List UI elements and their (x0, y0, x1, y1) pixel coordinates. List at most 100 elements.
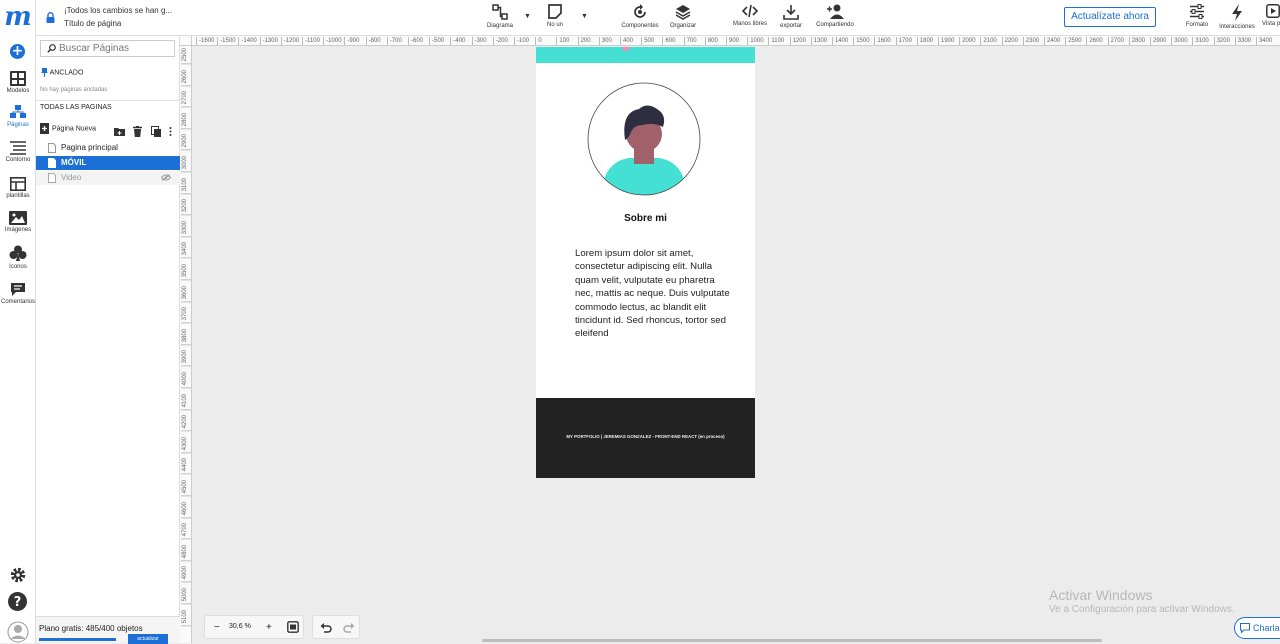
chat-icon (1240, 623, 1250, 633)
upgrade-button[interactable]: Actualízate ahora (1064, 7, 1156, 27)
pages-icon (10, 105, 26, 118)
layers-icon (675, 5, 691, 20)
ruler-tick: 500 (641, 37, 654, 45)
components-tool[interactable]: Componentes (616, 4, 664, 29)
ruler-tick: 3100 (181, 177, 191, 194)
ruler-tick: 2300 (1022, 37, 1039, 45)
export-tool[interactable]: exportar (774, 4, 808, 29)
new-page-button[interactable]: Página Nueva (40, 123, 96, 135)
lock-icon[interactable] (46, 12, 55, 23)
rail-item-comentarios[interactable]: Comentarios (0, 282, 36, 312)
fit-screen-icon[interactable] (287, 621, 299, 633)
page-item-video[interactable]: Video (36, 171, 180, 185)
rail-label: Iconos (9, 264, 27, 270)
ruler-tick: 4800 (181, 544, 191, 562)
plan-usage-fill (39, 638, 116, 641)
rail-item-iconos[interactable]: Iconos (0, 245, 36, 275)
page-item-movil[interactable]: MÓVIL (36, 156, 180, 170)
ruler-tick: 800 (704, 37, 718, 45)
page-title-field[interactable]: Título de página (64, 19, 121, 28)
undo-icon[interactable] (320, 622, 332, 634)
rail-item-modelos[interactable]: Modelos (0, 71, 36, 101)
duplicate-icon[interactable] (150, 126, 161, 138)
ruler-tick: 4600 (181, 501, 191, 518)
about-title[interactable]: Sobre mi (536, 213, 755, 224)
mobile-artboard[interactable]: Sobre mi Lorem ipsum dolor sit amet, con… (536, 47, 755, 478)
zoom-controls: − 30,6 % + (204, 615, 304, 639)
pink-shape (622, 47, 630, 51)
preview-tool[interactable]: Vista p (1260, 4, 1280, 27)
ruler-tick: 1300 (810, 37, 827, 45)
ruler-tick: -1400 (238, 37, 257, 45)
teal-header-band (536, 47, 755, 63)
ruler-tick: 2600 (181, 69, 191, 86)
tool-label: Organizar (669, 23, 697, 29)
about-text[interactable]: Lorem ipsum dolor sit amet, consectetur … (575, 247, 733, 341)
trash-icon[interactable] (133, 126, 143, 138)
comment-icon (11, 283, 25, 296)
horizontal-scrollbar[interactable] (482, 639, 1102, 642)
gear-icon[interactable] (9, 566, 27, 584)
add-folder-icon[interactable] (114, 127, 125, 137)
footer-text[interactable]: MY PORTFOLIO | JEREMIAS GONZALEZ - FRONT… (536, 434, 755, 439)
shape-tool[interactable]: No un (540, 4, 570, 28)
diagram-dropdown-icon[interactable]: ▼ (524, 13, 531, 20)
ruler-tick: 3300 (181, 220, 191, 238)
new-page-label: Página Nueva (52, 125, 96, 133)
rail-item-paginas[interactable]: Páginas (0, 105, 36, 135)
search-box[interactable] (40, 40, 175, 57)
page-name: MÓVIL (61, 158, 87, 167)
ruler-tick: -200 (492, 37, 508, 45)
page-item-principal[interactable]: Pagina principal (36, 141, 180, 155)
ruler-tick: 4900 (181, 566, 191, 583)
ruler-tick: 200 (577, 37, 591, 45)
rail-item-plantillas[interactable]: plantillas (0, 177, 36, 207)
redo-icon[interactable] (343, 622, 355, 634)
interactions-tool[interactable]: Interacciones (1216, 4, 1258, 30)
diagram-tool[interactable]: Diagrama (482, 4, 518, 29)
ruler-tick: 2500 (181, 48, 191, 65)
ruler-tick: 2800 (181, 112, 191, 130)
share-tool[interactable]: Compartiendo (810, 4, 860, 28)
layout-icon (10, 177, 26, 191)
hidden-eye-icon[interactable] (161, 174, 171, 181)
search-icon (47, 44, 56, 53)
ruler-tick: -1600 (196, 37, 214, 45)
app-logo[interactable]: m (4, 3, 32, 31)
chat-button[interactable]: Charlar (1234, 617, 1280, 639)
all-pages-header: TODAS LAS PAGINAS (40, 104, 112, 111)
tool-label: Manos libres (732, 21, 767, 27)
ruler-tick: 600 (662, 37, 675, 45)
page-icon (48, 143, 56, 153)
shape-dropdown-icon[interactable]: ▼ (581, 13, 588, 20)
ruler-tick: 2200 (1001, 37, 1018, 45)
search-input[interactable] (59, 42, 169, 55)
rail-item-contorno[interactable]: Contorno (0, 141, 36, 171)
ruler-tick: 3400 (1256, 37, 1272, 45)
pinned-header: ANCLADO (41, 68, 83, 77)
zoom-out-button[interactable]: − (214, 622, 220, 633)
horizontal-ruler: -1600 -1500 -1400 -1300 -1200 -1100 -1000 -900-… (192, 36, 1280, 46)
freehand-tool[interactable]: Manos libres (728, 4, 772, 27)
ruler-tick: 100 (556, 37, 569, 45)
more-options-icon[interactable] (169, 127, 172, 137)
add-user-icon (827, 4, 844, 19)
tool-label: Diagrama (486, 23, 513, 29)
ruler-tick: 2000 (959, 37, 976, 45)
zoom-in-button[interactable]: + (266, 622, 272, 633)
rail-item-imagenes[interactable]: Imágenes (0, 211, 36, 241)
page-icon (48, 158, 56, 168)
help-icon[interactable]: ? (8, 592, 27, 611)
add-icon[interactable]: + (10, 44, 25, 59)
profile-avatar-illustration[interactable] (587, 82, 701, 196)
zoom-level[interactable]: 30,6 % (229, 623, 251, 630)
footer-band[interactable]: MY PORTFOLIO | JEREMIAS GONZALEZ - FRONT… (536, 398, 755, 478)
arrange-tool[interactable]: Organizar (664, 4, 702, 29)
ruler-tick: 3800 (181, 328, 191, 346)
format-tool[interactable]: Formato (1182, 4, 1212, 28)
plan-info: Plano gratis: 485/400 objetos actualizar (36, 616, 180, 644)
ruler-tick: 3200 (181, 199, 191, 216)
ruler-tick: -300 (471, 37, 487, 45)
avatar-icon[interactable] (7, 621, 29, 643)
vertical-ruler: 2500 2600 2700 2800 2900 3000 3100 3200 3300 3400… (180, 46, 192, 643)
